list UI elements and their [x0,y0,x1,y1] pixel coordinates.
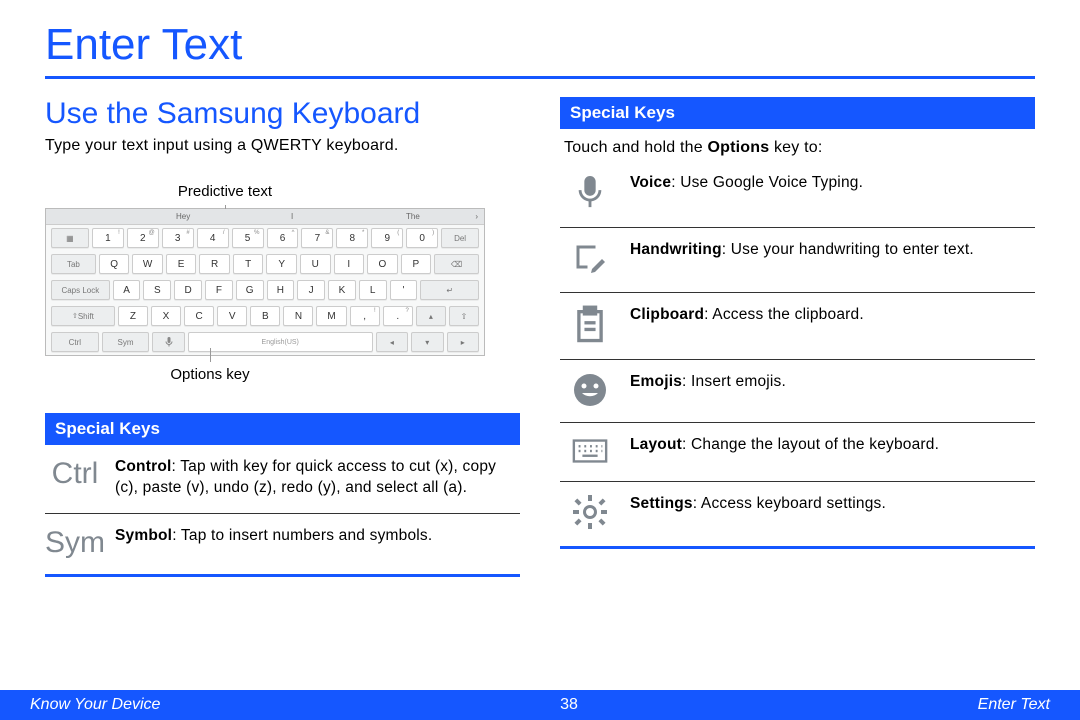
footer-left: Know Your Device [30,696,160,714]
keyboard-illustration: Hey I The › ▦ 1! 2@ 3# 4/ 5% 6^ 7& [45,208,520,356]
keyboard-key-shift-right: ⇧ [449,306,479,326]
emoji-icon [564,372,616,408]
keyboard-key-space: English(US) [188,332,373,352]
clipboard-icon [564,305,616,345]
list-item: Emojis: Insert emojis. [560,360,1035,423]
options-intro: Touch and hold the Options key to: [560,129,1035,161]
page-title: Enter Text [45,20,1035,70]
sym-key-icon: Sym [49,526,101,558]
intro-text: Type your text input using a QWERTY keyb… [45,137,520,155]
keyboard-key-up: ▴ [416,306,446,326]
list-item: Ctrl Control: Tap with key for quick acc… [45,445,520,514]
section-end-rule [45,574,520,577]
keyboard-key-backspace: ⌫ [434,254,479,274]
keyboard-key-left: ◂ [376,332,408,352]
voice-description: Voice: Use Google Voice Typing. [630,173,863,194]
gear-icon [564,494,616,530]
handwriting-description: Handwriting: Use your handwriting to ent… [630,240,974,261]
keyboard-suggestion-bar: Hey I The › [46,209,484,225]
list-item: Voice: Use Google Voice Typing. [560,161,1035,228]
title-rule [45,76,1035,79]
keyboard-key-del: Del [441,228,479,248]
keyboard-key-ctrl: Ctrl [51,332,99,352]
microphone-icon [564,173,616,213]
keyboard-layout-icon [564,435,616,467]
page-footer: Know Your Device 38 Enter Text [0,690,1080,720]
section-heading: Use the Samsung Keyboard [45,97,520,131]
handwriting-icon [564,240,616,278]
footer-right: Enter Text [978,696,1050,714]
keyboard-key-capslock: Caps Lock [51,280,110,300]
ctrl-key-icon: Ctrl [49,457,101,489]
predictive-text-callout: Predictive text [165,183,285,200]
list-item: Handwriting: Use your handwriting to ent… [560,228,1035,293]
keyboard-key-right: ▸ [447,332,479,352]
keyboard-key-sym: Sym [102,332,150,352]
footer-page-number: 38 [560,696,578,714]
list-item: Settings: Access keyboard settings. [560,482,1035,544]
sym-key-description: Symbol: Tap to insert numbers and symbol… [115,526,432,547]
keyboard-key-tab: Tab [51,254,96,274]
clipboard-description: Clipboard: Access the clipboard. [630,305,864,326]
keyboard-key-shift-left: ⇧ Shift [51,306,115,326]
list-item: Sym Symbol: Tap to insert numbers and sy… [45,514,520,572]
section-end-rule [560,546,1035,549]
list-item: Clipboard: Access the clipboard. [560,293,1035,360]
special-keys-heading-right: Special Keys [560,97,1035,129]
emoji-description: Emojis: Insert emojis. [630,372,786,393]
keyboard-key-grid: ▦ [51,228,89,248]
ctrl-key-description: Control: Tap with key for quick access t… [115,457,516,499]
list-item: Layout: Change the layout of the keyboar… [560,423,1035,482]
keyboard-key-down: ▾ [411,332,443,352]
options-key-callout: Options key [160,366,260,383]
layout-description: Layout: Change the layout of the keyboar… [630,435,939,456]
special-keys-heading-left: Special Keys [45,413,520,445]
settings-description: Settings: Access keyboard settings. [630,494,886,515]
keyboard-key-enter: ↵ [420,280,479,300]
keyboard-key-options [152,332,184,352]
